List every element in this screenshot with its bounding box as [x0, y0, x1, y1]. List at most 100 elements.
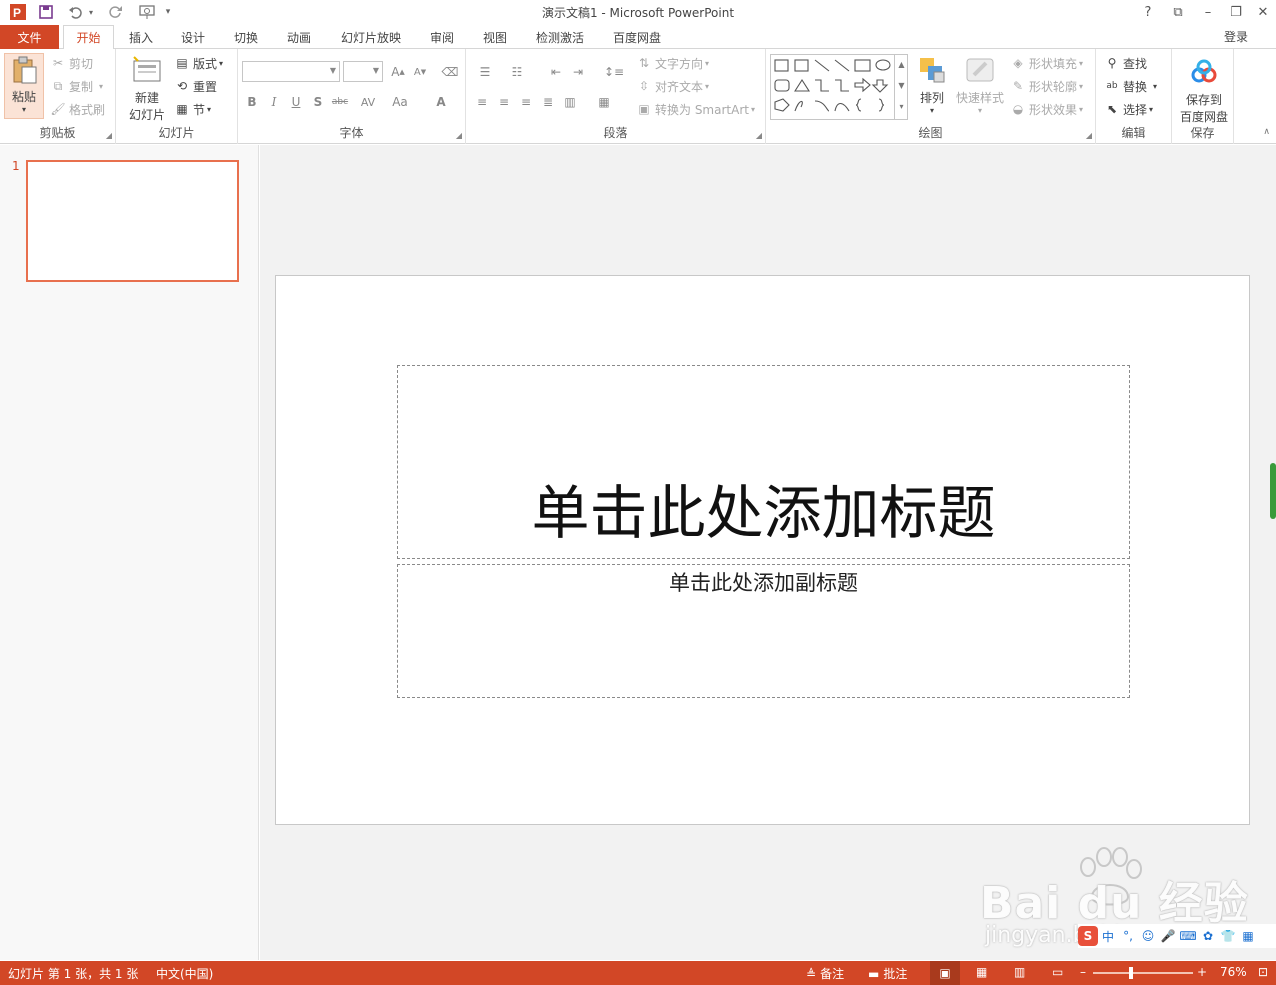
tab-file[interactable]: 文件: [0, 25, 59, 49]
clear-formatting-icon[interactable]: ⌫: [440, 62, 460, 82]
tab-activation[interactable]: 检测激活: [529, 25, 591, 49]
align-text-button[interactable]: ⇳ 对齐文本 ▾: [636, 76, 709, 96]
reading-view-icon[interactable]: ▥: [1014, 965, 1025, 979]
editing-group: ⚲ 查找 ab 替换 ▾ ⬉ 选择 ▾ 编辑: [1096, 49, 1172, 144]
paintbrush-icon: 🖌: [50, 102, 66, 116]
tab-transitions[interactable]: 切换: [225, 25, 267, 49]
grid-menu-icon[interactable]: ▦: [1238, 926, 1258, 946]
align-right-icon[interactable]: ≡: [516, 92, 536, 112]
emoji-icon[interactable]: ☺: [1138, 926, 1158, 946]
fit-slide-icon[interactable]: ⊡: [1258, 965, 1268, 979]
line-spacing-icon[interactable]: ↕≡: [600, 62, 628, 82]
close-button[interactable]: ✕: [1250, 2, 1276, 22]
bold-button[interactable]: B: [242, 92, 262, 112]
notes-button[interactable]: ≜ 备注: [806, 965, 844, 982]
shape-gallery-scroll[interactable]: ▲ ▼ ▾: [894, 54, 908, 120]
columns-icon[interactable]: ▦: [590, 92, 618, 112]
skin-icon[interactable]: 👕: [1218, 926, 1238, 946]
format-painter-button[interactable]: 🖌 格式刷: [50, 99, 105, 119]
ribbon-display-options-button[interactable]: ⧉: [1165, 2, 1191, 22]
paste-icon: [13, 56, 37, 84]
zoom-in-button[interactable]: +: [1197, 965, 1207, 979]
strikethrough-button[interactable]: abc: [330, 92, 350, 112]
distributed-icon[interactable]: ▥: [560, 92, 580, 112]
tab-review[interactable]: 审阅: [421, 25, 463, 49]
copy-button[interactable]: ⧉ 复制 ▾: [50, 76, 103, 96]
copy-icon: ⧉: [53, 78, 63, 93]
toolbox-icon[interactable]: ✿: [1198, 926, 1218, 946]
normal-view-icon[interactable]: ▣: [930, 961, 960, 985]
tab-animations[interactable]: 动画: [278, 25, 320, 49]
character-spacing-button[interactable]: AV: [354, 92, 382, 112]
change-case-button[interactable]: Aa: [386, 92, 414, 112]
clipboard-launcher-icon[interactable]: ◢: [106, 131, 112, 140]
font-name-combo[interactable]: ▼: [242, 61, 340, 82]
justify-icon[interactable]: ≣: [538, 92, 558, 112]
ime-mode-toggle[interactable]: 中: [1098, 926, 1118, 946]
shape-gallery[interactable]: [770, 54, 908, 120]
subtitle-placeholder[interactable]: 单击此处添加副标题: [397, 564, 1130, 698]
convert-smartart-button[interactable]: ▣ 转换为 SmartArt ▾: [636, 99, 755, 119]
vertical-scrollbar[interactable]: [1270, 463, 1276, 519]
comments-button[interactable]: ▬ 批注: [868, 965, 907, 982]
minimize-button[interactable]: –: [1195, 2, 1221, 22]
reset-button[interactable]: ⟲ 重置: [174, 76, 217, 96]
help-button[interactable]: ?: [1135, 2, 1161, 22]
save-to-baidu-button[interactable]: 保存到 百度网盘: [1176, 57, 1232, 125]
shape-fill-button[interactable]: ◈ 形状填充 ▾: [1010, 53, 1083, 73]
quick-styles-button[interactable]: 快速样式 ▾: [954, 55, 1006, 115]
section-button[interactable]: ▦ 节 ▾: [174, 99, 211, 119]
font-color-button[interactable]: A: [428, 92, 454, 112]
layout-button[interactable]: ▤ 版式 ▾: [174, 53, 223, 73]
keyboard-icon[interactable]: ⌨: [1178, 926, 1198, 946]
drawing-launcher-icon[interactable]: ◢: [1086, 131, 1092, 140]
new-slide-button[interactable]: 新建 幻灯片: [122, 55, 172, 123]
cut-button[interactable]: ✂ 剪切: [50, 53, 93, 73]
select-button[interactable]: ⬉ 选择 ▾: [1104, 99, 1153, 119]
slide-canvas[interactable]: 单击此处添加标题 单击此处添加副标题: [275, 275, 1250, 825]
shape-outline-button[interactable]: ✎ 形状轮廓 ▾: [1010, 76, 1083, 96]
bullets-icon[interactable]: ☰: [472, 62, 498, 82]
paragraph-launcher-icon[interactable]: ◢: [756, 131, 762, 140]
tab-baidu-netdisk[interactable]: 百度网盘: [606, 25, 668, 49]
text-shadow-button[interactable]: S: [308, 92, 328, 112]
underline-button[interactable]: U: [286, 92, 306, 112]
maximize-button[interactable]: ❐: [1223, 2, 1249, 22]
language-status[interactable]: 中文(中国): [156, 965, 213, 982]
paste-dropdown-icon[interactable]: ▾: [22, 105, 26, 114]
title-placeholder[interactable]: 单击此处添加标题: [397, 365, 1130, 559]
zoom-out-button[interactable]: –: [1080, 965, 1086, 979]
find-button[interactable]: ⚲ 查找: [1104, 53, 1147, 73]
paste-button[interactable]: 粘贴 ▾: [4, 53, 44, 119]
font-launcher-icon[interactable]: ◢: [456, 131, 462, 140]
shape-effects-button[interactable]: ◒ 形状效果 ▾: [1010, 99, 1083, 119]
zoom-slider[interactable]: [1093, 972, 1193, 974]
slideshow-view-icon[interactable]: ▭: [1052, 965, 1063, 979]
decrease-indent-icon[interactable]: ⇤: [546, 62, 566, 82]
collapse-ribbon-icon[interactable]: ∧: [1263, 127, 1270, 137]
tab-view[interactable]: 视图: [474, 25, 516, 49]
zoom-slider-thumb[interactable]: [1129, 967, 1133, 979]
slide-sorter-view-icon[interactable]: ▦: [976, 965, 987, 979]
align-left-icon[interactable]: ≡: [472, 92, 492, 112]
tab-design[interactable]: 设计: [172, 25, 214, 49]
font-size-combo[interactable]: ▼: [343, 61, 383, 82]
text-direction-button[interactable]: ⇅ 文字方向 ▾: [636, 53, 709, 73]
increase-indent-icon[interactable]: ⇥: [568, 62, 588, 82]
microphone-icon[interactable]: 🎤: [1158, 926, 1178, 946]
arrange-button[interactable]: 排列 ▾: [914, 55, 950, 115]
tab-home[interactable]: 开始: [63, 25, 114, 50]
sogou-logo-icon[interactable]: S: [1078, 926, 1098, 946]
grow-font-icon[interactable]: A ▲: [388, 62, 408, 82]
shrink-font-icon[interactable]: A ▼: [410, 62, 430, 82]
italic-button[interactable]: I: [264, 92, 284, 112]
zoom-level[interactable]: 76%: [1220, 965, 1247, 979]
punctuation-icon[interactable]: °,: [1118, 926, 1138, 946]
sign-in-link[interactable]: 登录: [1224, 28, 1248, 45]
replace-button[interactable]: ab 替换 ▾: [1104, 76, 1157, 96]
slide-thumbnail[interactable]: [26, 160, 239, 282]
numbering-icon[interactable]: ☷: [504, 62, 530, 82]
align-center-icon[interactable]: ≡: [494, 92, 514, 112]
tab-slideshow[interactable]: 幻灯片放映: [334, 25, 408, 49]
tab-insert[interactable]: 插入: [120, 25, 162, 49]
